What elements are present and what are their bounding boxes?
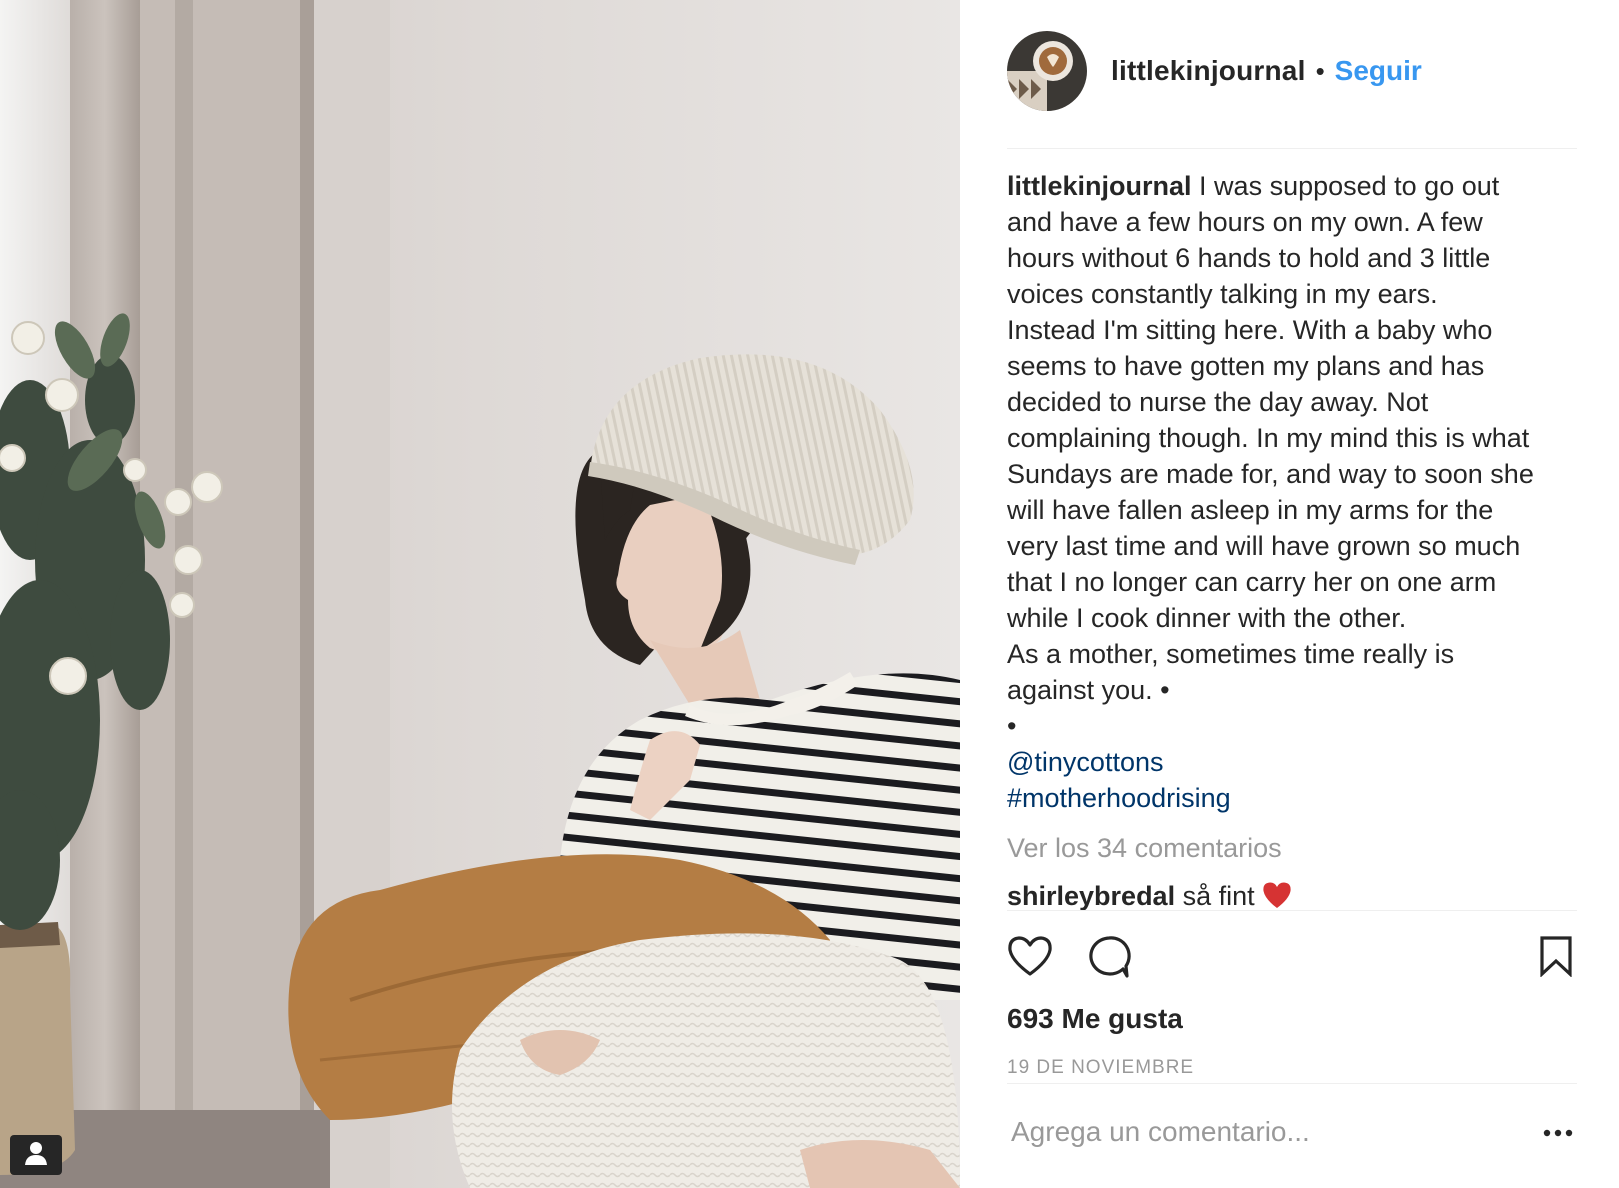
caption-line: and have a few hours on my own. A few [1007, 207, 1483, 237]
post-actions: 693 Me gusta 19 DE NOVIEMBRE [1007, 910, 1577, 1078]
post-header: littlekinjournal • Seguir [1007, 0, 1577, 149]
caption-text: I was supposed to go out [1199, 171, 1500, 201]
caption-line: littlekinjournal I was supposed to go ou… [1007, 168, 1582, 204]
caption: littlekinjournal I was supposed to go ou… [1007, 168, 1582, 816]
header-separator: • [1315, 55, 1325, 86]
follow-button[interactable]: Seguir [1335, 55, 1422, 87]
caption-line: against you. • [1007, 675, 1170, 705]
caption-username-link[interactable]: littlekinjournal [1007, 171, 1192, 201]
caption-line: Instead I'm sitting here. With a baby wh… [1007, 315, 1493, 345]
post-photo[interactable] [0, 0, 960, 1188]
comment-input[interactable] [1007, 1102, 1511, 1162]
caption-line: decided to nurse the day away. Not [1007, 387, 1429, 417]
mention-link[interactable]: @tinycottons [1007, 744, 1582, 780]
caption-line: very last time and will have grown so mu… [1007, 531, 1521, 561]
caption-line: complaining though. In my mind this is w… [1007, 423, 1530, 453]
view-all-comments-link[interactable]: Ver los 34 comentarios [1007, 830, 1582, 866]
caption-line: seems to have gotten my plans and has [1007, 351, 1485, 381]
likes-count[interactable]: 693 Me gusta [1007, 1003, 1183, 1035]
avatar[interactable] [1007, 31, 1087, 111]
comment-item: shirleybredal så fint [1007, 878, 1582, 910]
heart-outline-icon[interactable] [1007, 935, 1053, 982]
post-side-panel: littlekinjournal • Seguir littlekinjourn… [960, 0, 1619, 1188]
speech-bubble-icon[interactable] [1087, 935, 1131, 984]
caption-line: will have fallen asleep in my arms for t… [1007, 495, 1494, 525]
comment-text: så fint [1182, 881, 1255, 910]
instagram-post: littlekinjournal • Seguir littlekinjourn… [0, 0, 1619, 1188]
action-icons-row [1007, 911, 1577, 997]
ellipsis-icon[interactable] [1543, 1124, 1573, 1142]
caption-line: while I cook dinner with the other. [1007, 603, 1407, 633]
header-text: littlekinjournal • Seguir [1111, 55, 1422, 87]
caption-line: As a mother, sometimes time really is [1007, 639, 1455, 669]
caption-line: voices constantly talking in my ears. [1007, 279, 1438, 309]
header-username-link[interactable]: littlekinjournal [1111, 55, 1306, 87]
avatar-image [1007, 31, 1087, 111]
comments-section[interactable]: littlekinjournal I was supposed to go ou… [1007, 168, 1582, 910]
caption-line: that I no longer can carry her on one ar… [1007, 567, 1497, 597]
post-date: 19 DE NOVIEMBRE [1007, 1057, 1195, 1078]
caption-line: hours without 6 hands to hold and 3 litt… [1007, 243, 1491, 273]
bookmark-icon[interactable] [1539, 935, 1573, 982]
add-comment-section [1007, 1083, 1577, 1188]
caption-line: • [1007, 711, 1017, 741]
person-tag-icon [24, 1140, 48, 1171]
photo-illustration [0, 0, 960, 1188]
hashtag-link[interactable]: #motherhoodrising [1007, 780, 1582, 816]
comment-username-link[interactable]: shirleybredal [1007, 881, 1175, 910]
caption-line: Sundays are made for, and way to soon sh… [1007, 459, 1534, 489]
tag-people-button[interactable] [10, 1135, 62, 1175]
red-heart-emoji-icon [1262, 881, 1292, 909]
